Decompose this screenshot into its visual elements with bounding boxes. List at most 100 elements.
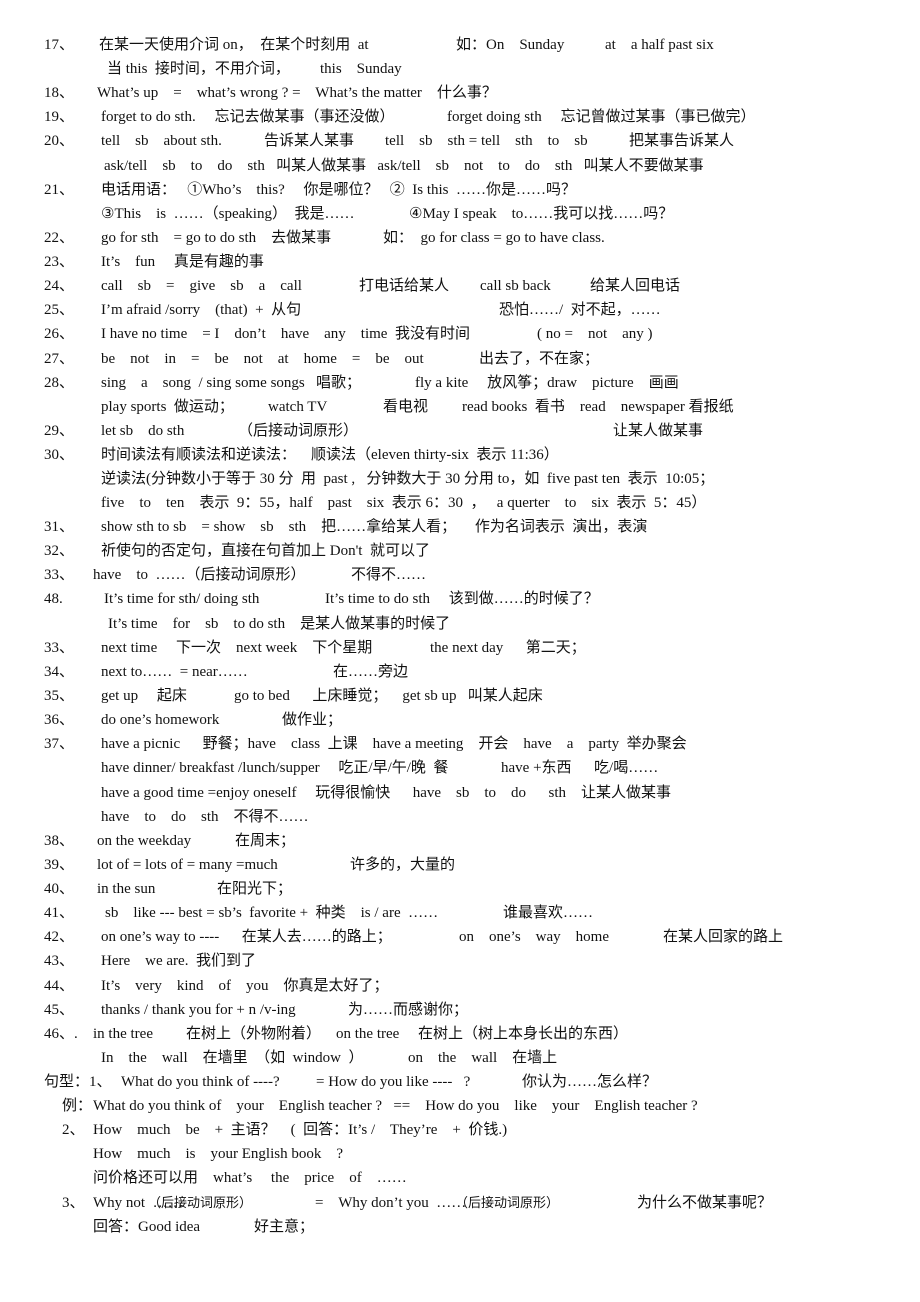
item-number: 21、 (44, 182, 75, 198)
line-text-segment: What’s up = what’s wrong ? = What’s the … (97, 85, 497, 101)
line-text-segment: sb like --- best = sb’s favorite + 种类 is… (105, 905, 439, 921)
document-line: 43、 Here we are. 我们到了 (0, 950, 920, 972)
line-text-segment: go for sth = go to do sth 去做某事 (101, 230, 332, 246)
document-line: 38、 on the weekday 在周末； (0, 830, 920, 852)
item-number: 20、 (44, 133, 75, 149)
line-text-segment: at a half past six (605, 37, 714, 53)
document-line: 2、 How much be + 主语？ ( 回答：It’s / They’re … (0, 1119, 920, 1141)
document-line: have to do sth 不得不…… (0, 806, 920, 828)
line-text-segment: How much be + 主语？ ( 回答：It’s / They’re + … (93, 1122, 508, 1138)
line-text-segment: 为什么不做某事呢？ (637, 1195, 773, 1211)
document-line: 29、 let sb do sth （后接动词原形） 让某人做某事 (0, 420, 920, 442)
document-line: 46、. in the tree 在树上（外物附着） on the tree 在树上… (0, 1023, 920, 1045)
line-text-segment: 在……旁边 (333, 664, 409, 680)
item-number: 32、 (44, 543, 75, 559)
line-text-segment: sing a song / sing some songs 唱歌； (101, 375, 362, 391)
document-line: 28、 sing a song / sing some songs 唱歌； fly … (0, 372, 920, 394)
line-text-segment: do one’s homework (101, 712, 220, 728)
line-text-segment: next time 下一次 next week 下个星期 (101, 640, 373, 656)
line-text-segment: thanks / thank you for + n /v-ing (101, 1002, 296, 1018)
item-number: 38、 (44, 833, 75, 849)
item-number: 22、 (44, 230, 75, 246)
item-number: 句型：1、 (44, 1074, 112, 1090)
line-text-segment: （后接动词原形） (455, 1195, 560, 1210)
document-line: 18、 What’s up = what’s wrong ? = What’s t… (0, 82, 920, 104)
line-text-segment: tell sb about sth. (101, 133, 222, 149)
item-number: 3、 (62, 1195, 85, 1211)
line-text-segment: show sth to sb = show sb sth 把……拿给某人看； 作… (101, 519, 648, 535)
line-text-segment: tell sb sth = tell sth to sb (385, 133, 588, 149)
line-text-segment: 把某事告诉某人 (629, 133, 735, 149)
document-line: 25、 I’m afraid /sorry (that) + 从句 恐怕……/ 对不… (0, 299, 920, 321)
document-line: 20、 tell sb about sth. 告诉某人某事 tell sb sth =… (0, 130, 920, 152)
document-line: 39、 lot of = lots of = many =much 许多的，大量的 (0, 854, 920, 876)
line-text-segment: read books 看书 read newspaper 看报纸 (462, 399, 734, 415)
line-text-segment: 为……而感谢你； (348, 1002, 469, 1018)
line-text-segment: five to ten 表示 9：55，half past six 表示 6：3… (101, 495, 707, 511)
line-text-segment: I have no time = I don’t have any time 我… (101, 326, 470, 342)
line-text-segment: have a good time =enjoy oneself 玩得很愉快 ha… (101, 785, 672, 801)
item-number: 19、 (44, 109, 75, 125)
line-text-segment: fly a kite 放风筝；draw picture 画画 (415, 375, 679, 391)
line-text-segment: 电话用语： ①Who’s this? 你是哪位？ ② Is this ……你是…… (101, 182, 576, 198)
line-text-segment: play sports 做运动； (101, 399, 234, 415)
line-text-segment: watch TV (268, 399, 328, 415)
line-text-segment: 在某人回家的路上 (663, 929, 784, 945)
line-text-segment: ③This is ……（speaking） 我是…… (101, 206, 355, 222)
line-text-segment: 问价格还可以用 what’s the price of …… (93, 1170, 407, 1186)
line-text-segment: 恐怕……/ 对不起，…… (499, 302, 661, 318)
item-number: 33、 (44, 567, 75, 583)
item-number: 25、 (44, 302, 75, 318)
line-text-segment: Here we are. 我们到了 (101, 953, 256, 969)
document-line: 35、 get up 起床 go to bed 上床睡觉； get sb up 叫某… (0, 685, 920, 707)
item-number: 44、 (44, 978, 75, 994)
line-text-segment: What do you think of ----? (121, 1074, 280, 1090)
line-text-segment: 如： go for class = go to have class. (383, 230, 605, 246)
line-text-segment: on the wall 在墙上 (408, 1050, 558, 1066)
document-line: It’s time for sb to do sth 是某人做某事的时候了 (0, 613, 920, 635)
document-line: 41、 sb like --- best = sb’s favorite + 种类… (0, 902, 920, 924)
line-text-segment: It’s time to do sth 该到做……的时候了？ (325, 591, 599, 607)
item-number: 39、 (44, 857, 75, 873)
document-line: 31、 show sth to sb = show sb sth 把……拿给某人看… (0, 516, 920, 538)
item-number: 43、 (44, 953, 75, 969)
document-line: 37、 have a picnic 野餐；have class 上课 have a… (0, 733, 920, 755)
document-line: 45、 thanks / thank you for + n /v-ing 为……而… (0, 999, 920, 1021)
line-text-segment: 谁最喜欢…… (503, 905, 594, 921)
line-text-segment: get up 起床 (101, 688, 187, 704)
item-number: 48. (44, 591, 63, 607)
line-text-segment: 如：On Sunday (456, 37, 565, 53)
document-line: 32、 祈使句的否定句，直接在句首加上 Don't 就可以了 (0, 540, 920, 562)
line-text-segment: （后接动词原形） (148, 1195, 253, 1210)
document-line: In the wall 在墙里 （如 window ） on the wall 在… (0, 1047, 920, 1069)
document-line: 33、 have to ……（后接动词原形） 不得不…… (0, 564, 920, 586)
item-number: 33、 (44, 640, 75, 656)
item-number: 28、 (44, 375, 75, 391)
document-line: 34、 next to…… = near…… 在……旁边 (0, 661, 920, 683)
line-text-segment: lot of = lots of = many =much (97, 857, 278, 873)
line-text-segment: 你认为……怎么样？ (522, 1074, 658, 1090)
document-line: 当 this 接时间，不用介词， this Sunday (0, 58, 920, 80)
item-number: 46、. (44, 1026, 78, 1042)
line-text-segment: ask/tell sb to do sth 叫某人做某事 ask/tell sb… (104, 158, 704, 174)
line-text-segment: on the weekday (97, 833, 192, 849)
line-text-segment: on one’s way to ---- 在某人去……的路上； (101, 929, 392, 945)
line-text-segment: 逆读法(分钟数小于等于 30 分 用 past , 分钟数大于 30 分用 to… (101, 471, 715, 487)
line-text-segment: go to bed 上床睡觉； get sb up 叫某人起床 (234, 688, 543, 704)
document-page: 17、 在某一天使用介词 on， 在某个时刻用 at 如：On Sunday at a… (0, 0, 920, 1302)
line-text-segment: next to…… = near…… (101, 664, 248, 680)
line-text-segment: have dinner/ breakfast /lunch/supper 吃正/… (101, 760, 449, 776)
line-text-segment: ( no = not any ) (537, 326, 653, 342)
line-text-segment: 当 this 接时间，不用介词， (107, 61, 290, 77)
item-number: 34、 (44, 664, 75, 680)
item-number: 18、 (44, 85, 75, 101)
line-text-segment: 出去了，不在家； (479, 351, 600, 367)
line-text-segment: I’m afraid /sorry (that) + 从句 (101, 302, 302, 318)
line-text-segment: 给某人回电话 (590, 278, 681, 294)
line-text-segment: have a picnic 野餐；have class 上课 have a me… (101, 736, 687, 752)
item-number: 31、 (44, 519, 75, 535)
item-number: 26、 (44, 326, 75, 342)
item-number: 30、 (44, 447, 75, 463)
item-number: 36、 (44, 712, 75, 728)
line-text-segment: 告诉某人某事 (264, 133, 355, 149)
